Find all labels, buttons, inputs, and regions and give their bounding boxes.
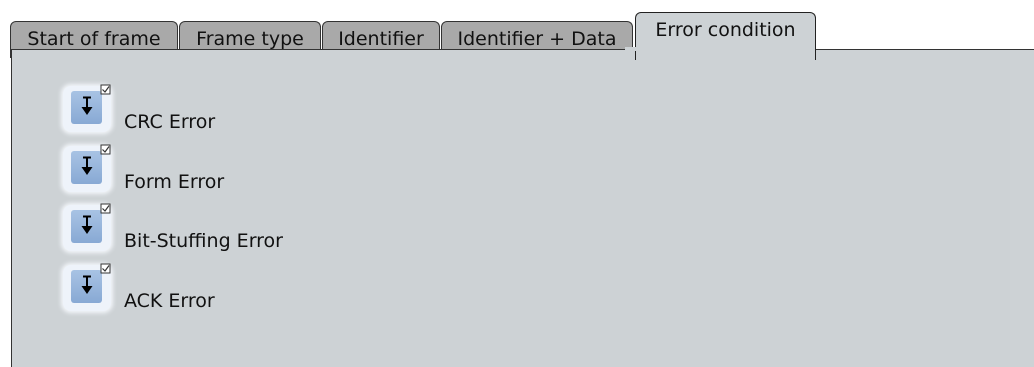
crc-error-row: CRC Error <box>62 83 462 133</box>
active-tab-join <box>625 47 806 51</box>
trigger-checkbox-icon <box>81 84 111 115</box>
tab-error-condition[interactable]: Error condition <box>635 12 816 60</box>
ack-error-toggle[interactable] <box>62 262 112 312</box>
bit-stuffing-error-toggle[interactable] <box>62 202 112 252</box>
bit-stuffing-error-row: Bit-Stuffing Error <box>62 202 462 252</box>
form-error-toggle[interactable] <box>62 143 112 193</box>
ack-error-row: ACK Error <box>62 262 462 312</box>
crc-error-toggle[interactable] <box>62 83 112 133</box>
form-error-label: Form Error <box>124 171 225 193</box>
tab-bar: Start of frame Frame type Identifier Ide… <box>10 10 1034 60</box>
form-error-row: Form Error <box>62 143 462 193</box>
ack-error-label: ACK Error <box>124 290 215 312</box>
bit-stuffing-error-label: Bit-Stuffing Error <box>124 230 283 252</box>
crc-error-label: CRC Error <box>124 111 216 133</box>
trigger-checkbox-icon <box>81 144 111 175</box>
trigger-checkbox-icon <box>81 263 111 294</box>
trigger-checkbox-icon <box>81 203 111 234</box>
